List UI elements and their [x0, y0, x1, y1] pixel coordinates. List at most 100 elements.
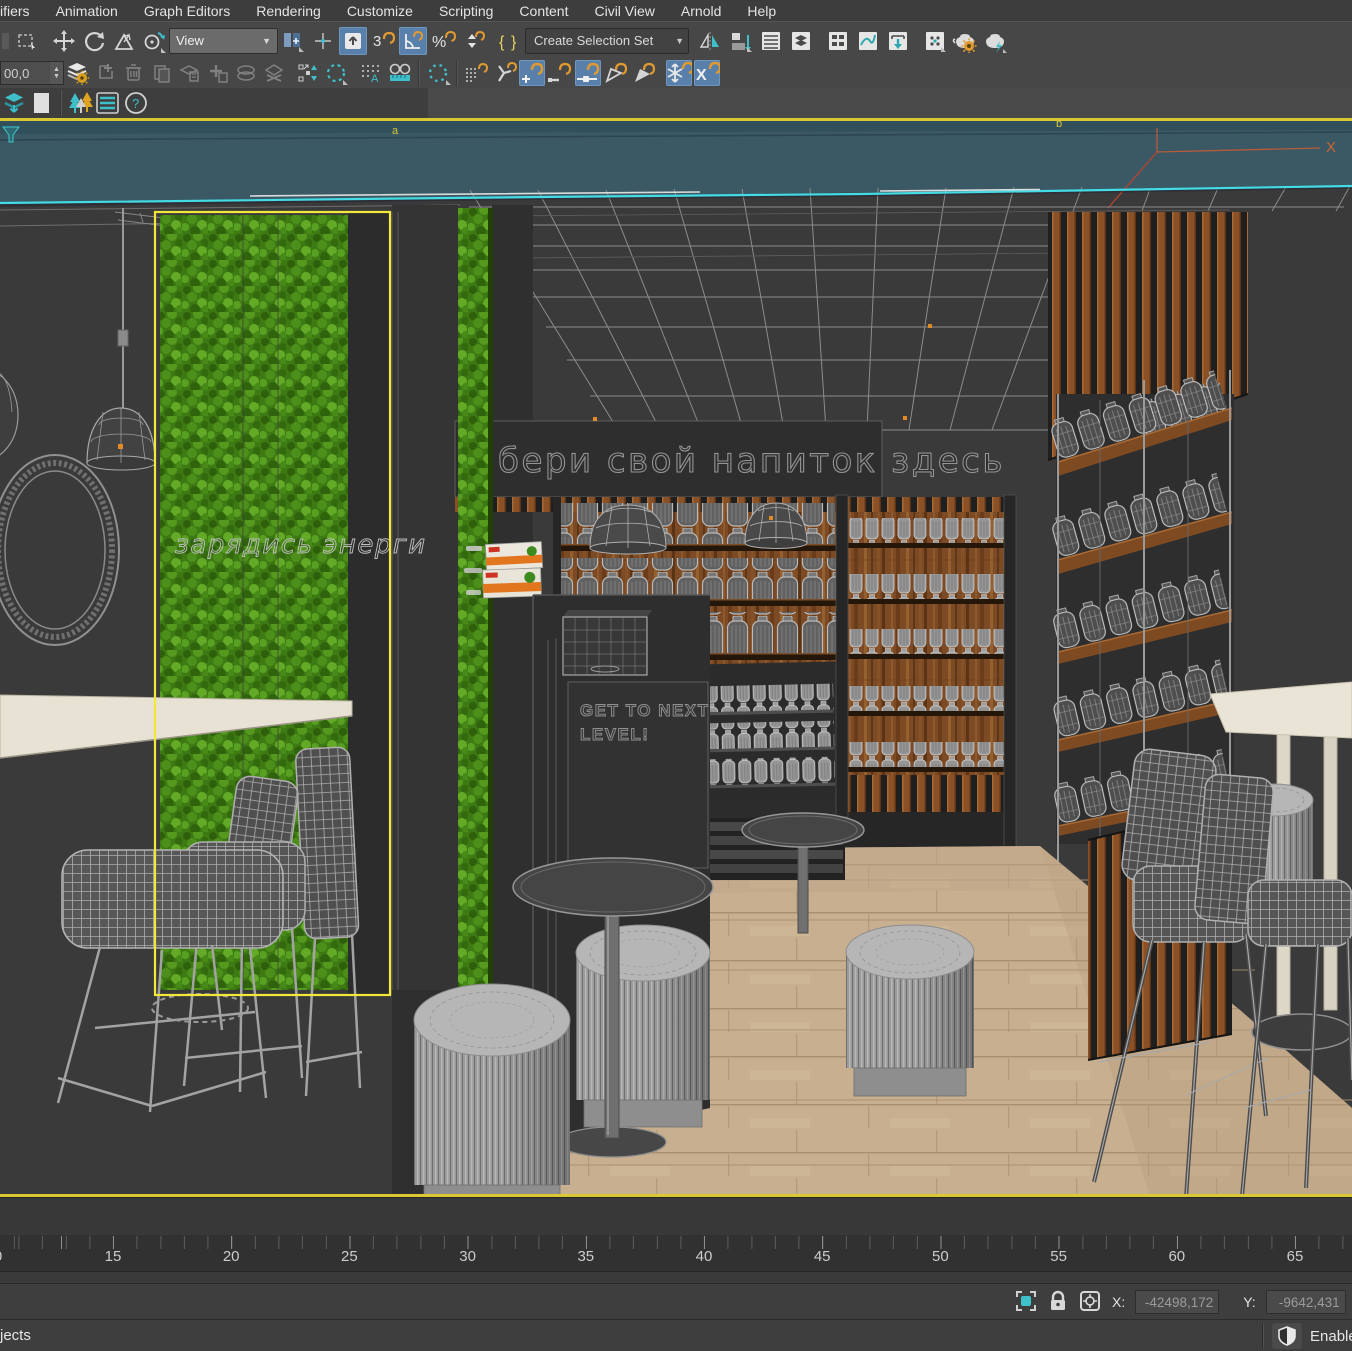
select-and-place-icon[interactable] [140, 27, 168, 55]
snaps-toggle-icon[interactable]: 3 [369, 27, 397, 55]
named-selection-set-combo[interactable]: Create Selection Set ▼ [525, 28, 689, 54]
svg-text:}: } [511, 34, 517, 51]
menu-item-graph-editors[interactable]: Graph Editors [131, 3, 243, 19]
minus-help-icon[interactable] [547, 60, 573, 86]
ribbon-toggle-icon[interactable] [824, 27, 852, 55]
svg-text:?: ? [132, 96, 139, 111]
mirror-icon[interactable] [697, 27, 725, 55]
3ds-max-window: ifiersAnimationGraph EditorsRenderingCus… [0, 0, 1352, 1351]
bow-help-icon[interactable] [603, 60, 629, 86]
keyboard-shortcut-override-button[interactable] [339, 27, 367, 55]
manage-layers-icon[interactable] [65, 60, 91, 86]
timeline-tick-label: 40 [696, 1248, 713, 1265]
menu-item-ifiers[interactable]: ifiers [0, 3, 43, 19]
y-coordinate-field[interactable]: -9642,431 [1266, 1290, 1346, 1314]
separator [689, 28, 696, 54]
spinner-value: 00,0 [1, 66, 50, 81]
axis-x-label: X [1326, 139, 1336, 156]
select-and-rotate-icon[interactable] [80, 27, 108, 55]
plus-help-button[interactable] [519, 60, 545, 86]
svg-text:%: % [432, 34, 446, 51]
third-toolbar: ? [0, 88, 1352, 118]
add-to-layer-icon[interactable] [205, 60, 231, 86]
forest-trees-icon[interactable] [67, 90, 93, 116]
layer-swirl-icon[interactable] [233, 60, 259, 86]
prompt-text: jects [0, 1327, 31, 1344]
svg-text:A: A [371, 73, 379, 85]
percent-snap-toggle-icon[interactable]: % [429, 27, 457, 55]
layer-explorer-icon[interactable] [757, 27, 785, 55]
select-and-scale-icon[interactable] [110, 27, 138, 55]
spinner-snap-toggle-icon[interactable] [459, 27, 487, 55]
menu-item-animation[interactable]: Animation [43, 3, 131, 19]
grid-help-icon[interactable] [463, 60, 489, 86]
stool [576, 925, 710, 1127]
copy-layer-icon[interactable] [149, 60, 175, 86]
menu-item-civil-view[interactable]: Civil View [581, 3, 667, 19]
menu-item-scripting[interactable]: Scripting [426, 3, 506, 19]
soft-selection-icon[interactable] [425, 60, 451, 86]
measure-tape-icon[interactable] [387, 60, 413, 86]
select-and-move-icon[interactable] [50, 27, 78, 55]
separator [418, 60, 420, 86]
menu-item-rendering[interactable]: Rendering [243, 3, 334, 19]
menu-board-line1: GET TO NEXT [580, 701, 710, 720]
use-center-flyout-icon[interactable] [279, 27, 307, 55]
layer-cross-icon[interactable] [261, 60, 287, 86]
time-slider-track[interactable] [0, 1197, 1352, 1237]
reference-coordinate-dropdown[interactable]: View ▼ [169, 28, 278, 54]
arrow-help-icon[interactable] [631, 60, 657, 86]
edit-named-selection-sets-icon[interactable]: {} [496, 27, 524, 55]
y-coordinate-label: Y: [1243, 1294, 1255, 1310]
separator [488, 28, 495, 54]
material-editor-icon[interactable] [921, 27, 949, 55]
svg-text:{: { [499, 34, 505, 51]
white-sheet-icon[interactable] [29, 90, 55, 116]
adaptive-degradation-toggle[interactable] [1272, 1323, 1302, 1349]
lock-icon[interactable] [1048, 1289, 1068, 1316]
curve-editor-icon[interactable] [854, 27, 882, 55]
timeline-tick-label: 20 [223, 1248, 240, 1265]
partial-icon [1, 27, 11, 55]
bone-help-icon[interactable] [491, 60, 517, 86]
layer-stack-icon[interactable] [1, 90, 27, 116]
microwave-wireframe [563, 610, 652, 675]
transform-gizmo-icon[interactable] [1078, 1289, 1102, 1316]
layer-home-icon[interactable] [177, 60, 203, 86]
render-setup-icon[interactable] [951, 27, 979, 55]
angle-snap-toggle-button[interactable] [399, 27, 427, 55]
select-and-manipulate-icon[interactable] [309, 27, 337, 55]
slider-help-button[interactable] [575, 60, 601, 86]
selection-lock-region-icon[interactable] [1014, 1289, 1038, 1316]
spinner-arrows-icon[interactable]: ▲▼ [50, 62, 63, 84]
scale-helpers-icon[interactable] [296, 60, 322, 86]
perspective-viewport[interactable]: X y a b бери свой напиток здес [0, 118, 1352, 1197]
timeline-label-partial: 0 [0, 1248, 2, 1265]
list-lines-icon[interactable] [95, 90, 121, 116]
timeline-ruler[interactable]: 0 1520253035404550556065 [0, 1235, 1352, 1283]
x-coordinate-field[interactable]: -42498,172 [1135, 1290, 1219, 1314]
x-help-button[interactable]: X [694, 60, 720, 86]
help-circle-icon[interactable]: ? [123, 90, 149, 116]
create-layer-icon[interactable] [93, 60, 119, 86]
separator [42, 28, 49, 54]
menu-bar: ifiersAnimationGraph EditorsRenderingCus… [0, 0, 1352, 21]
menu-item-arnold[interactable]: Arnold [668, 3, 734, 19]
value-spinner[interactable]: 00,0 ▲▼ [0, 61, 64, 85]
sign-text: бери свой напиток здесь [498, 441, 1005, 481]
timeline-tick-label: 35 [577, 1248, 594, 1265]
timeline-tick-label: 15 [105, 1248, 122, 1265]
second-toolbar: 00,0 ▲▼ A X [0, 58, 1352, 88]
menu-item-help[interactable]: Help [734, 3, 789, 19]
align-icon[interactable] [727, 27, 755, 55]
freeze-help-button[interactable] [666, 60, 692, 86]
selection-region-icon[interactable] [13, 27, 41, 55]
menu-item-customize[interactable]: Customize [334, 3, 426, 19]
render-frame-icon[interactable] [981, 27, 1009, 55]
delete-layer-icon[interactable] [121, 60, 147, 86]
grid-annotate-icon[interactable]: A [359, 60, 385, 86]
scene-explorer-icon[interactable] [787, 27, 815, 55]
menu-item-content[interactable]: Content [506, 3, 581, 19]
selection-circle-icon[interactable] [324, 60, 350, 86]
schematic-view-icon[interactable] [884, 27, 912, 55]
